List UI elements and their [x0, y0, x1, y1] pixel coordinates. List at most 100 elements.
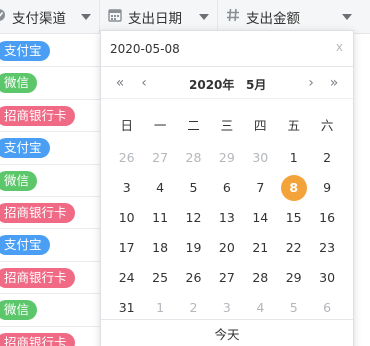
calendar-day[interactable]: 23 [310, 235, 343, 261]
calendar-day-number: 14 [252, 210, 269, 225]
calendar-day[interactable]: 30 [244, 145, 277, 171]
calendar-day-number: 16 [319, 210, 336, 225]
prev-year-button[interactable]: « [113, 75, 127, 91]
calendar-day[interactable]: 5 [177, 175, 210, 201]
calendar-day[interactable]: 31 [110, 295, 143, 321]
calendar-day[interactable]: 26 [177, 265, 210, 291]
calendar-day[interactable]: 18 [143, 235, 176, 261]
calendar-day[interactable]: 6 [310, 295, 343, 321]
calendar-day[interactable]: 16 [310, 205, 343, 231]
calendar-day[interactable]: 17 [110, 235, 143, 261]
calendar-nav: « ‹ 2020年 5月 › » [101, 71, 353, 99]
prev-month-button[interactable]: ‹ [137, 75, 151, 91]
calendar-day[interactable]: 1 [277, 145, 310, 171]
chevron-down-icon[interactable] [199, 14, 209, 20]
date-picker-popup: x « ‹ 2020年 5月 › » 日一二三四五六 2627282930123… [100, 30, 354, 346]
calendar-day[interactable]: 2 [310, 145, 343, 171]
calendar-day[interactable]: 6 [210, 175, 243, 201]
calendar-day[interactable]: 28 [244, 265, 277, 291]
next-year-button[interactable]: » [327, 75, 341, 91]
calendar-day[interactable]: 24 [110, 265, 143, 291]
calendar-day[interactable]: 21 [244, 235, 277, 261]
calendar-day-number: 6 [222, 180, 231, 195]
column-header-date[interactable]: 支出日期 [100, 0, 218, 34]
calendar-day[interactable]: 3 [110, 175, 143, 201]
calendar-day[interactable]: 29 [277, 265, 310, 291]
calendar-day-number: 13 [218, 210, 235, 225]
table-row[interactable]: 微信 [0, 165, 100, 197]
table-row[interactable]: 微信 [0, 67, 100, 100]
calendar-day-number: 19 [185, 240, 202, 255]
calendar-day[interactable]: 9 [310, 175, 343, 201]
calendar-day-number: 28 [185, 150, 202, 165]
chevron-down-icon[interactable] [81, 14, 91, 20]
calendar-day[interactable]: 22 [277, 235, 310, 261]
today-button[interactable]: 今天 [101, 319, 353, 346]
calendar-day-selected[interactable]: 8 [277, 175, 310, 201]
calendar-day-number: 31 [118, 300, 135, 315]
table-row[interactable]: 招商银行卡 [0, 262, 100, 295]
calendar-day-number: 11 [152, 210, 169, 225]
calendar-day[interactable]: 29 [210, 145, 243, 171]
next-month-button[interactable]: › [304, 75, 318, 91]
payment-channel-tag: 支付宝 [0, 235, 50, 256]
calendar-day[interactable]: 12 [177, 205, 210, 231]
table-row[interactable]: 招商银行卡 [0, 197, 100, 230]
calendar-day[interactable]: 2 [177, 295, 210, 321]
table-row[interactable]: 招商银行卡 [0, 327, 100, 346]
calendar-day-number: 17 [118, 240, 135, 255]
calendar-day[interactable]: 30 [310, 265, 343, 291]
clear-icon[interactable]: x [336, 40, 343, 54]
calendar-day[interactable]: 4 [143, 175, 176, 201]
calendar-day[interactable]: 1 [143, 295, 176, 321]
payment-channel-tag: 微信 [0, 300, 38, 321]
calendar-day-number: 23 [319, 240, 336, 255]
calendar-day[interactable]: 11 [143, 205, 176, 231]
calendar-day-number: 9 [323, 180, 332, 195]
calendar-day[interactable]: 7 [244, 175, 277, 201]
hash-icon [226, 8, 240, 26]
calendar-day-number: 30 [319, 270, 336, 285]
table-header: 支付渠道 支出日期 支出金额 [0, 0, 370, 34]
calendar-day[interactable]: 3 [210, 295, 243, 321]
calendar-day[interactable]: 15 [277, 205, 310, 231]
payment-channel-tag: 招商银行卡 [0, 202, 75, 223]
calendar-day[interactable]: 13 [210, 205, 243, 231]
calendar-day[interactable]: 10 [110, 205, 143, 231]
table-row[interactable]: 招商银行卡 [0, 100, 100, 133]
calendar-day[interactable]: 14 [244, 205, 277, 231]
weekday-label: 五 [287, 118, 300, 133]
calendar-day[interactable]: 5 [277, 295, 310, 321]
table-row[interactable]: 支付宝 [0, 132, 100, 165]
payment-channel-tag: 微信 [0, 170, 38, 191]
date-input[interactable] [110, 40, 310, 58]
calendar-day-number: 8 [280, 175, 307, 201]
calendar-day[interactable]: 25 [143, 265, 176, 291]
column-header-payment-channel[interactable]: 支付渠道 [0, 0, 100, 34]
calendar-day-number: 4 [156, 180, 165, 195]
calendar-day[interactable]: 4 [244, 295, 277, 321]
payment-channel-column: 支付宝 微信 招商银行卡 支付宝 微信 招商银行卡 支付宝 招商银行卡 微信 招商银行卡 [0, 35, 100, 346]
calendar-day-number: 3 [222, 300, 231, 315]
calendar-day-number: 1 [289, 150, 298, 165]
table-row[interactable]: 支付宝 [0, 35, 100, 68]
payment-channel-tag: 微信 [0, 73, 38, 94]
calendar-day-number: 22 [285, 240, 302, 255]
calendar-day[interactable]: 27 [143, 145, 176, 171]
date-input-box: x [101, 31, 353, 67]
payment-channel-tag: 招商银行卡 [0, 105, 75, 126]
table-row[interactable]: 微信 [0, 294, 100, 327]
month-label[interactable]: 5月 [246, 76, 266, 93]
table-row[interactable]: 支付宝 [0, 229, 100, 262]
year-label[interactable]: 2020年 [189, 76, 234, 93]
calendar-day[interactable]: 19 [177, 235, 210, 261]
calendar-day-number: 7 [256, 180, 265, 195]
calendar-day-number: 20 [218, 240, 235, 255]
calendar-day[interactable]: 28 [177, 145, 210, 171]
column-header-amount[interactable]: 支出金额 [218, 0, 370, 34]
calendar-day[interactable]: 27 [210, 265, 243, 291]
calendar-day[interactable]: 20 [210, 235, 243, 261]
chevron-down-icon[interactable] [342, 14, 352, 20]
calendar-day-number: 15 [285, 210, 302, 225]
calendar-day[interactable]: 26 [110, 145, 143, 171]
